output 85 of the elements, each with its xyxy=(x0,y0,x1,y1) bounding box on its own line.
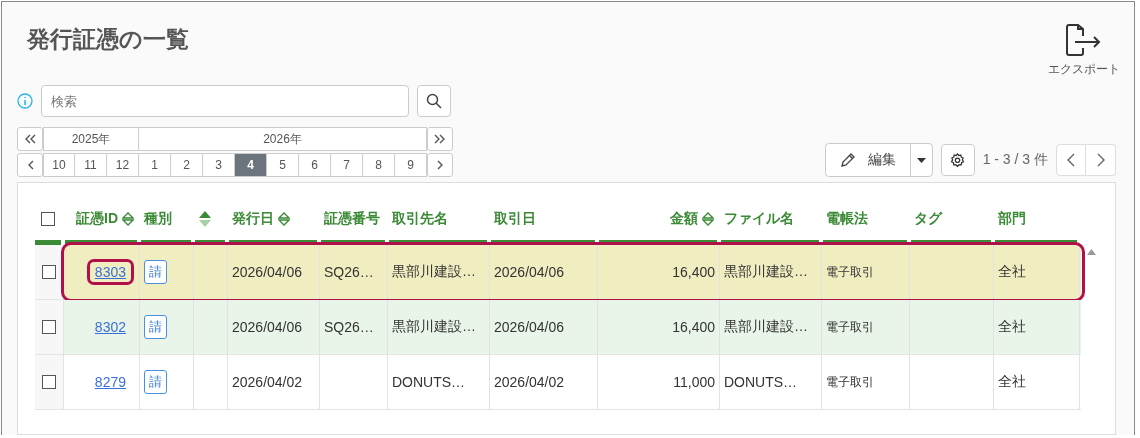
table-cell: 2026/04/02 xyxy=(232,374,303,390)
table-cell: 電子取引 xyxy=(826,373,874,391)
settings-icon xyxy=(950,152,966,168)
page-count: 1 - 3 / 3 件 xyxy=(982,151,1048,169)
column-header: 証憑番号 xyxy=(324,209,380,228)
id-link[interactable]: 8302 xyxy=(89,317,131,337)
export-button[interactable]: エクスポート xyxy=(1048,24,1120,78)
id-link[interactable]: 8303 xyxy=(89,262,131,282)
previous-year-button[interactable] xyxy=(17,127,43,151)
table-cell: 16,400 xyxy=(672,319,715,335)
year-header: 2026年 xyxy=(139,127,427,151)
table-cell: 黒部川建設… xyxy=(724,318,808,336)
month-tab[interactable]: 2 xyxy=(171,153,203,177)
month-tab[interactable]: 4 xyxy=(235,153,267,177)
column-header: タグ xyxy=(914,209,942,228)
column-header: 取引日 xyxy=(494,209,536,228)
sort-icon[interactable] xyxy=(122,210,134,227)
chevron-left-icon xyxy=(26,160,34,170)
row-checkbox[interactable] xyxy=(42,265,56,279)
column-header: 電帳法 xyxy=(826,209,868,228)
table-cell: SQ26… xyxy=(324,319,374,335)
pencil-icon xyxy=(839,152,856,168)
table-cell: 黒部川建設… xyxy=(392,263,476,281)
settings-button[interactable] xyxy=(940,144,975,176)
table-cell: 黒部川建設… xyxy=(724,263,808,281)
column-header: 発行日 xyxy=(232,209,274,228)
search-field[interactable]: 検索 xyxy=(41,85,409,117)
select-all-checkbox[interactable] xyxy=(41,211,55,226)
table-cell: DONUTS… xyxy=(392,374,466,390)
type-tag: 請 xyxy=(144,315,167,339)
column-header: 種別 xyxy=(144,209,172,228)
table-cell: 2026/04/06 xyxy=(232,319,303,335)
double-chevron-right-icon xyxy=(434,134,446,144)
sort-icon[interactable] xyxy=(702,210,714,227)
column-header: 金額 xyxy=(670,209,698,228)
scroll-up-icon[interactable] xyxy=(1086,249,1096,255)
table-cell: 全社 xyxy=(998,373,1026,391)
chevron-right-icon xyxy=(436,160,444,170)
search-icon xyxy=(426,93,442,109)
table-cell: DONUTS… xyxy=(724,374,798,390)
month-tab[interactable]: 6 xyxy=(299,153,331,177)
month-tab[interactable]: 12 xyxy=(107,153,139,177)
table-cell: 全社 xyxy=(998,263,1026,281)
month-tab[interactable]: 9 xyxy=(395,153,427,177)
sort-ascending-icon[interactable] xyxy=(198,209,212,228)
sort-icon[interactable] xyxy=(278,210,290,227)
caret-icon xyxy=(916,157,926,163)
id-link[interactable]: 8279 xyxy=(89,372,131,392)
table-cell: 16,400 xyxy=(672,264,715,280)
month-tab[interactable]: 8 xyxy=(363,153,395,177)
table-cell: 2026/04/06 xyxy=(494,264,565,280)
table-row[interactable]: 8302 請 2026/04/06 SQ26… 黒部川建設… 2026/04/06 16,400 黒部川建設… 電子取引 全社 xyxy=(35,300,1081,355)
month-tab[interactable]: 1 xyxy=(139,153,171,177)
month-tab[interactable]: 3 xyxy=(203,153,235,177)
chevron-right-icon xyxy=(1096,153,1105,167)
page-title: 発行証憑の一覧 xyxy=(27,25,189,54)
type-tag: 請 xyxy=(144,370,167,394)
chevron-left-icon xyxy=(1067,153,1075,167)
double-chevron-left-icon xyxy=(24,134,36,144)
file-export-icon xyxy=(1065,24,1103,58)
column-header: 部門 xyxy=(998,209,1026,228)
table-cell: 2026/04/06 xyxy=(494,319,565,335)
month-tab[interactable]: 10 xyxy=(43,153,75,177)
search-button[interactable] xyxy=(417,85,451,117)
next-year-button[interactable] xyxy=(427,127,453,151)
info-icon[interactable] xyxy=(17,93,33,109)
table-cell: 2026/04/06 xyxy=(232,264,303,280)
table-cell: 電子取引 xyxy=(826,263,874,281)
column-header: ファイル名 xyxy=(724,209,794,228)
type-tag: 請 xyxy=(144,260,167,284)
table-cell: 2026/04/02 xyxy=(494,374,565,390)
table-cell: 電子取引 xyxy=(826,318,874,336)
row-checkbox[interactable] xyxy=(42,375,56,389)
column-header: 取引先名 xyxy=(392,209,448,228)
column-header: 証憑ID xyxy=(76,209,118,228)
table-cell: 黒部川建設… xyxy=(392,318,476,336)
table-row[interactable]: 8279 請 2026/04/02 DONUTS… 2026/04/02 11,000 DONUTS… 電子取引 全社 xyxy=(35,355,1081,410)
row-checkbox[interactable] xyxy=(42,320,56,334)
month-tab[interactable]: 5 xyxy=(267,153,299,177)
table-cell: 全社 xyxy=(998,318,1026,336)
month-tab[interactable]: 11 xyxy=(75,153,107,177)
table-cell: SQ26… xyxy=(324,264,374,280)
month-tab[interactable]: 7 xyxy=(331,153,363,177)
year-header: 2025年 xyxy=(43,127,139,151)
table-cell: 11,000 xyxy=(673,374,715,390)
